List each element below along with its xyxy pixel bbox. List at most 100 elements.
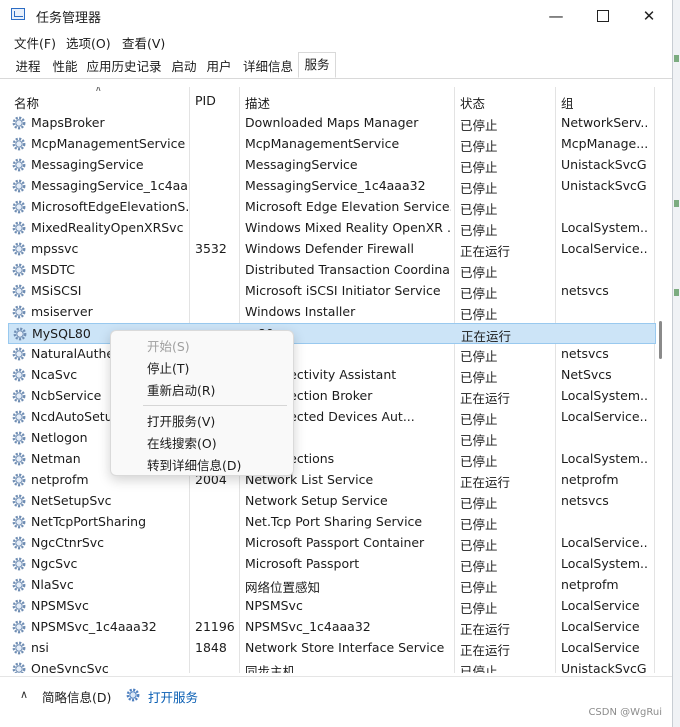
vertical-scrollbar[interactable] <box>658 115 664 673</box>
service-gear-icon <box>12 431 26 445</box>
table-row[interactable]: MicrosoftEdgeElevationS... Microsoft Edge… <box>8 197 656 218</box>
menu-file[interactable]: 文件(F) <box>14 33 56 52</box>
table-row[interactable]: NcdAutoSetup... ...Connected Devices Aut.… <box>8 407 656 428</box>
tab-bar: 进程 性能 应用历史记录 启动 用户 详细信息 服务 <box>0 52 672 79</box>
service-group: NetworkServ... <box>561 115 647 130</box>
service-description: 网络位置感知 <box>245 580 321 595</box>
title-bar[interactable]: 任务管理器 — ✕ <box>0 0 672 31</box>
table-row[interactable]: NetTcpPortSharing Net.Tcp Port Sharing Se… <box>8 512 656 533</box>
service-gear-icon <box>12 494 26 508</box>
service-description: Net.Tcp Port Sharing Service <box>245 514 423 529</box>
service-group: netsvcs <box>561 283 609 298</box>
table-row[interactable]: NlaSvc 网络位置感知 已停止 netprofm <box>8 575 656 596</box>
table-row[interactable]: Netlogon...n已停止 <box>8 428 656 449</box>
service-group: LocalService <box>561 619 640 634</box>
service-name: mpssvc <box>31 241 79 256</box>
table-row[interactable]: netprofm 2004 Network List Service 正在运行 netp… <box>8 470 656 491</box>
service-gear-icon <box>12 137 26 151</box>
context-menu-search-online[interactable]: 在线搜索(O) <box>147 433 217 452</box>
service-gear-icon <box>12 620 26 634</box>
service-group: UnistackSvcG... <box>561 157 647 172</box>
service-group: LocalService <box>561 598 640 613</box>
table-row[interactable]: mpssvc 3532 Windows Defender Firewall 正在运行 L… <box>8 239 656 260</box>
context-menu-restart[interactable]: 重新启动(R) <box>147 380 215 399</box>
service-gear-icon <box>12 158 26 172</box>
menu-options[interactable]: 选项(O) <box>66 33 111 52</box>
table-row[interactable]: NcaSvc ...Connectivity Assistant 已停止 NetSvc… <box>8 365 656 386</box>
column-header-name[interactable]: 名称 <box>14 93 39 112</box>
table-row[interactable]: nsi 1848 Network Store Interface Service 正在… <box>8 638 656 659</box>
service-status: 已停止 <box>460 265 498 280</box>
gear-icon <box>126 688 140 702</box>
table-row[interactable]: MSiSCSI Microsoft iSCSI Initiator Service… <box>8 281 656 302</box>
table-row[interactable]: NgcCtnrSvc Microsoft Passport Container 已停… <box>8 533 656 554</box>
tab-details[interactable]: 详细信息 <box>238 56 298 77</box>
tab-app-history[interactable]: 应用历史记录 <box>84 56 164 77</box>
service-status: 已停止 <box>460 139 498 154</box>
service-status: 已停止 <box>460 433 498 448</box>
table-row[interactable]: Netman...Connections已停止LocalSystem... <box>8 449 656 470</box>
service-description: 同步主机 <box>245 664 296 673</box>
table-row[interactable]: NgcSvc Microsoft Passport 已停止 LocalSystem..… <box>8 554 656 575</box>
service-name: MixedRealityOpenXRSvc <box>31 220 184 235</box>
table-row[interactable]: McpManagementService McpManagementService… <box>8 134 656 155</box>
table-row[interactable]: MessagingService_1c4aa... MessagingServic… <box>8 176 656 197</box>
context-menu-start[interactable]: 开始(S) <box>147 336 190 355</box>
service-status: 已停止 <box>460 601 498 616</box>
services-table: ∧ 名称 PID 描述 状态 组 MapsBroker Downloaded Ma… <box>8 87 668 673</box>
task-manager-icon <box>11 8 25 20</box>
column-header-description[interactable]: 描述 <box>245 93 270 112</box>
maximize-button[interactable] <box>580 0 626 31</box>
service-status: 已停止 <box>460 454 498 469</box>
table-row[interactable]: MessagingService MessagingService 已停止 Unist… <box>8 155 656 176</box>
service-description: Microsoft Edge Elevation Service... <box>245 199 451 214</box>
minimize-button[interactable]: — <box>533 0 579 31</box>
service-group: LocalSystem... <box>561 388 647 403</box>
context-menu-go-to-details[interactable]: 转到详细信息(D) <box>147 455 241 474</box>
service-group: LocalSystem... <box>561 220 647 235</box>
table-row[interactable]: MapsBroker Downloaded Maps Manager 已停止 Netw… <box>8 113 656 134</box>
service-status: 已停止 <box>460 370 498 385</box>
table-row[interactable]: OneSyncSvc 同步主机 已停止 UnistackSvcG... <box>8 659 656 673</box>
window-title: 任务管理器 <box>36 11 102 26</box>
tab-performance[interactable]: 性能 <box>48 56 82 77</box>
menu-view[interactable]: 查看(V) <box>122 33 165 52</box>
service-gear-icon <box>12 599 26 613</box>
tab-startup[interactable]: 启动 <box>166 56 202 77</box>
table-row[interactable]: NPSMSvc_1c4aaa32 21196 NPSMSvc_1c4aaa32 正在运… <box>8 617 656 638</box>
context-menu-open-services[interactable]: 打开服务(V) <box>147 411 215 430</box>
background-marker <box>674 289 679 296</box>
service-status: 已停止 <box>460 664 498 673</box>
tab-users[interactable]: 用户 <box>202 56 236 77</box>
column-header-pid[interactable]: PID <box>195 93 216 108</box>
tab-services[interactable]: 服务 <box>298 52 336 78</box>
service-status: 已停止 <box>460 307 498 322</box>
table-row[interactable]: msiserver Windows Installer 已停止 <box>8 302 656 323</box>
close-button[interactable]: ✕ <box>626 0 672 31</box>
table-row[interactable]: NaturalAuthen......验证已停止netsvcs <box>8 344 656 365</box>
tab-processes[interactable]: 进程 <box>8 56 48 77</box>
service-gear-icon <box>12 473 26 487</box>
column-header-group[interactable]: 组 <box>561 93 574 112</box>
context-menu-stop[interactable]: 停止(T) <box>147 358 189 377</box>
scrollbar-thumb[interactable] <box>659 321 662 359</box>
service-name: NetSetupSvc <box>31 493 112 508</box>
table-row[interactable]: MixedRealityOpenXRSvc Windows Mixed Reali… <box>8 218 656 239</box>
service-status: 正在运行 <box>460 244 511 259</box>
service-status: 已停止 <box>460 496 498 511</box>
table-row[interactable]: MySQL80...80正在运行 <box>8 323 656 344</box>
service-group: LocalService... <box>561 241 647 256</box>
table-row[interactable]: NcbService ...Connection Broker 正在运行 LocalS… <box>8 386 656 407</box>
table-row[interactable]: NetSetupSvc Network Setup Service 已停止 netsv… <box>8 491 656 512</box>
service-name: MSiSCSI <box>31 283 82 298</box>
service-group: LocalSystem... <box>561 451 647 466</box>
service-status: 已停止 <box>460 223 498 238</box>
service-gear-icon <box>12 263 26 277</box>
column-header-status[interactable]: 状态 <box>460 93 485 112</box>
service-gear-icon <box>12 179 26 193</box>
table-row[interactable]: NPSMSvc NPSMSvc 已停止 LocalService <box>8 596 656 617</box>
service-status: 正在运行 <box>460 643 511 658</box>
service-gear-icon <box>12 368 26 382</box>
table-row[interactable]: MSDTC Distributed Transaction Coordina...… <box>8 260 656 281</box>
service-gear-icon <box>12 347 26 361</box>
